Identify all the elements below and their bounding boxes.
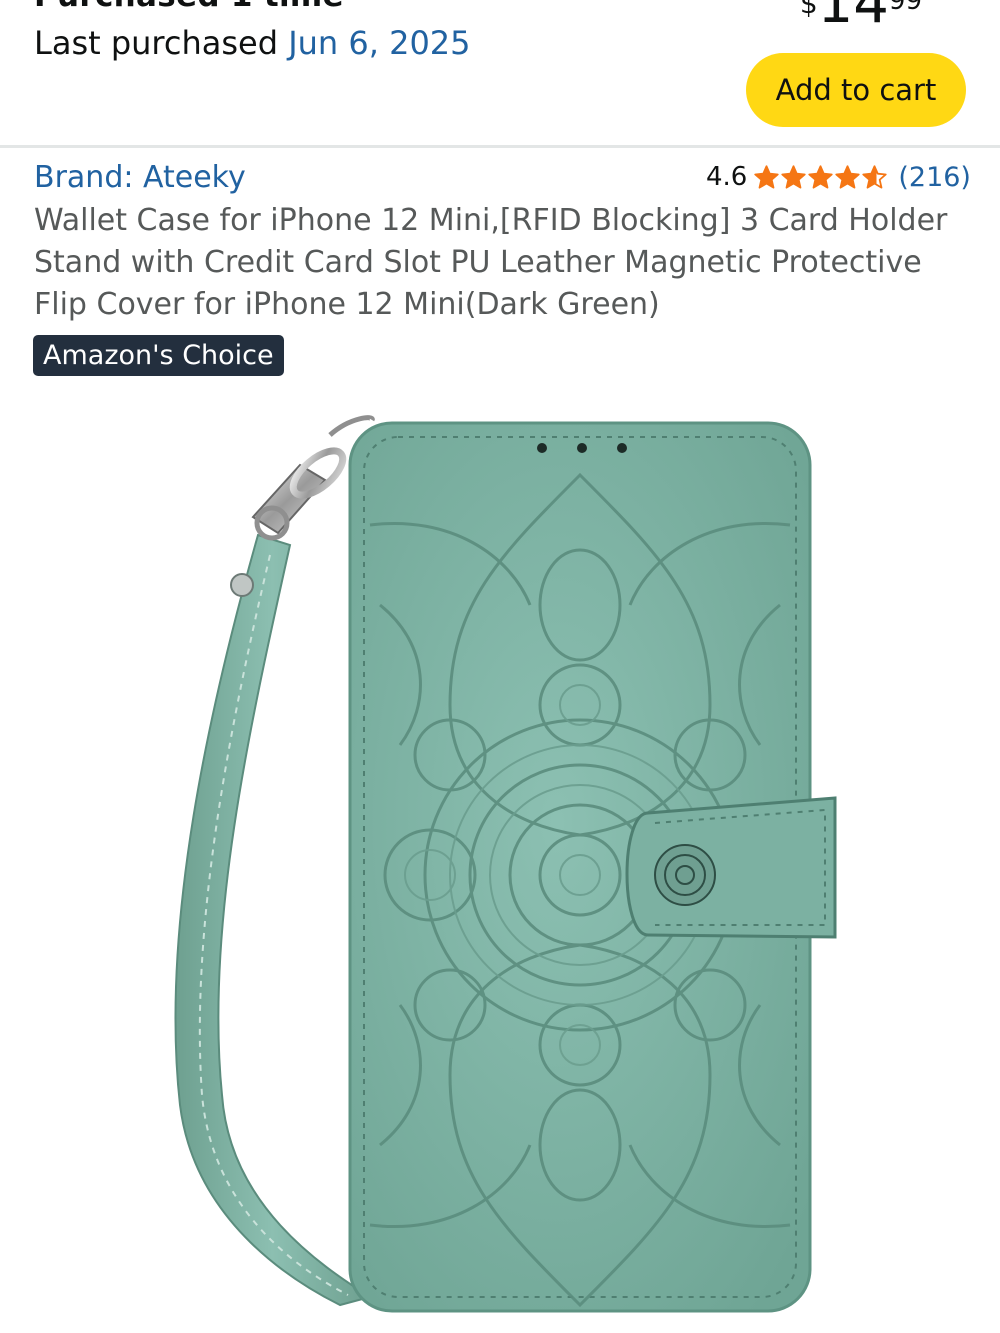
last-purchased-date[interactable]: Jun 6, 2025 (288, 24, 470, 62)
product-page: Purchased 1 time Last purchased Jun 6, 2… (0, 0, 1000, 1333)
product-title[interactable]: Wallet Case for iPhone 12 Mini,[RFID Blo… (34, 200, 964, 326)
last-purchased-label: Last purchased (34, 24, 279, 62)
amazons-choice-badge: Amazon's Choice (33, 335, 284, 376)
price-fraction: 99 (888, 0, 922, 16)
star-icon (835, 164, 861, 189)
price-whole: 14 (817, 0, 889, 36)
brand-link[interactable]: Brand: Ateeky (34, 160, 246, 195)
star-icon (862, 164, 888, 189)
review-count[interactable]: (216) (898, 162, 971, 193)
wallet-case-photo-icon (174, 415, 837, 1313)
price-symbol: $ (799, 0, 818, 20)
purchase-summary: Purchased 1 time Last purchased Jun 6, 2… (0, 0, 1000, 146)
star-icon (808, 164, 834, 189)
star-rating-icon (753, 164, 888, 191)
section-divider (0, 145, 1000, 148)
rating[interactable]: 4.6 (216) (706, 160, 971, 194)
last-purchased: Last purchased Jun 6, 2025 (34, 24, 471, 62)
purchased-count: Purchased 1 time (34, 0, 344, 14)
add-to-cart-button[interactable]: Add to cart (746, 53, 966, 127)
star-icon (781, 164, 807, 189)
price: $1499 (800, 0, 922, 32)
rating-score: 4.6 (706, 162, 748, 192)
star-icon (754, 164, 780, 189)
product-image[interactable] (150, 405, 850, 1333)
